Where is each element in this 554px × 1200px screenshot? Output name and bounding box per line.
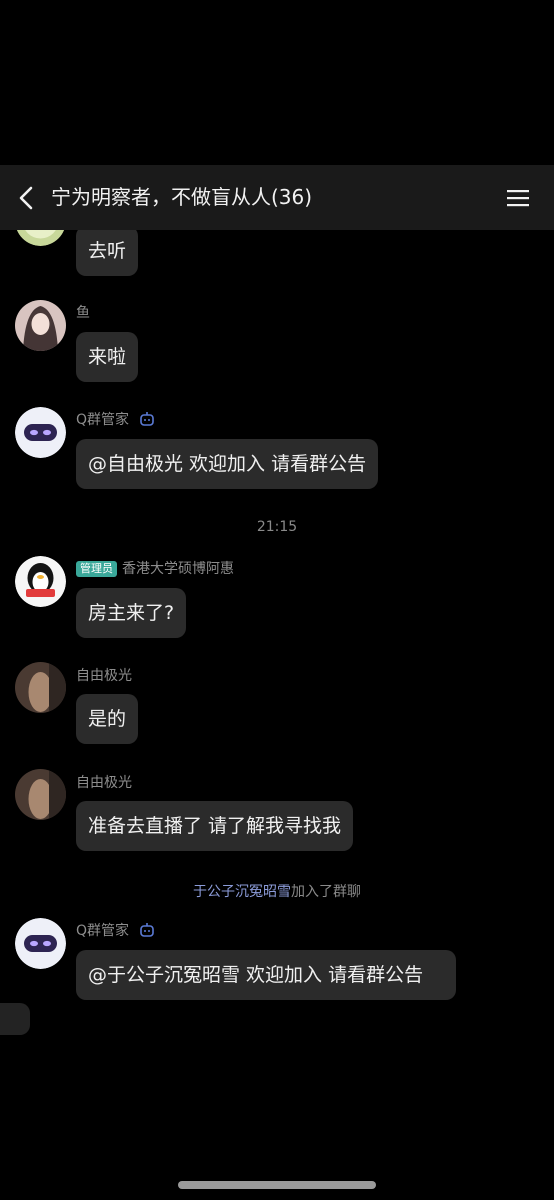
chevron-left-icon[interactable] xyxy=(16,185,38,211)
admin-badge: 管理员 xyxy=(76,561,117,577)
message-bubble[interactable]: @自由极光 欢迎加入 请看群公告 xyxy=(76,439,379,489)
avatar[interactable] xyxy=(15,556,66,607)
avatar[interactable] xyxy=(15,300,66,351)
hamburger-menu-icon[interactable] xyxy=(506,188,530,208)
avatar[interactable] xyxy=(15,662,66,713)
joined-user-name[interactable]: 于公子沉冤昭雪 xyxy=(193,884,291,900)
bot-avatar[interactable] xyxy=(15,918,66,969)
sender-name: Q群管家 xyxy=(76,409,155,429)
system-notice: 于公子沉冤昭雪加入了群聊 xyxy=(0,881,554,901)
avatar[interactable] xyxy=(15,769,66,820)
message-bubble[interactable]: 房主来了? xyxy=(76,588,187,638)
message-bubble[interactable]: 是的 xyxy=(76,694,139,744)
message-bubble[interactable]: @于公子沉冤昭雪 欢迎加入 请看群公告 xyxy=(76,950,456,1000)
home-indicator xyxy=(178,1181,376,1189)
chat-header-overlay: 宁为明察者，不做盲从人(36) xyxy=(0,165,554,230)
system-notice-text: 加入了群聊 xyxy=(291,884,361,900)
robot-icon xyxy=(140,412,155,426)
chat-title[interactable]: 宁为明察者，不做盲从人(36) xyxy=(51,165,312,230)
robot-icon xyxy=(140,923,155,937)
sender-name-text: Q群管家 xyxy=(76,923,130,939)
sender-name-text: Q群管家 xyxy=(76,412,130,428)
bot-avatar[interactable] xyxy=(15,407,66,458)
floating-edge-tab[interactable] xyxy=(0,1003,30,1035)
message-bubble[interactable]: 去听 xyxy=(76,226,139,276)
sender-name: Q群管家 xyxy=(76,920,155,940)
timestamp: 21:15 xyxy=(256,519,298,535)
sender-name: 自由极光 xyxy=(76,775,132,791)
sender-name: 鱼 xyxy=(76,305,90,321)
sender-name: 管理员 香港大学硕博阿惠 xyxy=(76,558,234,578)
message-bubble[interactable]: 准备去直播了 请了解我寻找我 xyxy=(76,801,354,851)
message-bubble[interactable]: 来啦 xyxy=(76,332,139,382)
chat-screen: 宁为明察者，不做盲从人(36) 去听 宁为明察者，不做盲从人(36) xyxy=(0,0,554,1200)
sender-name-text: 香港大学硕博阿惠 xyxy=(122,561,234,577)
sender-name: 自由极光 xyxy=(76,668,132,684)
